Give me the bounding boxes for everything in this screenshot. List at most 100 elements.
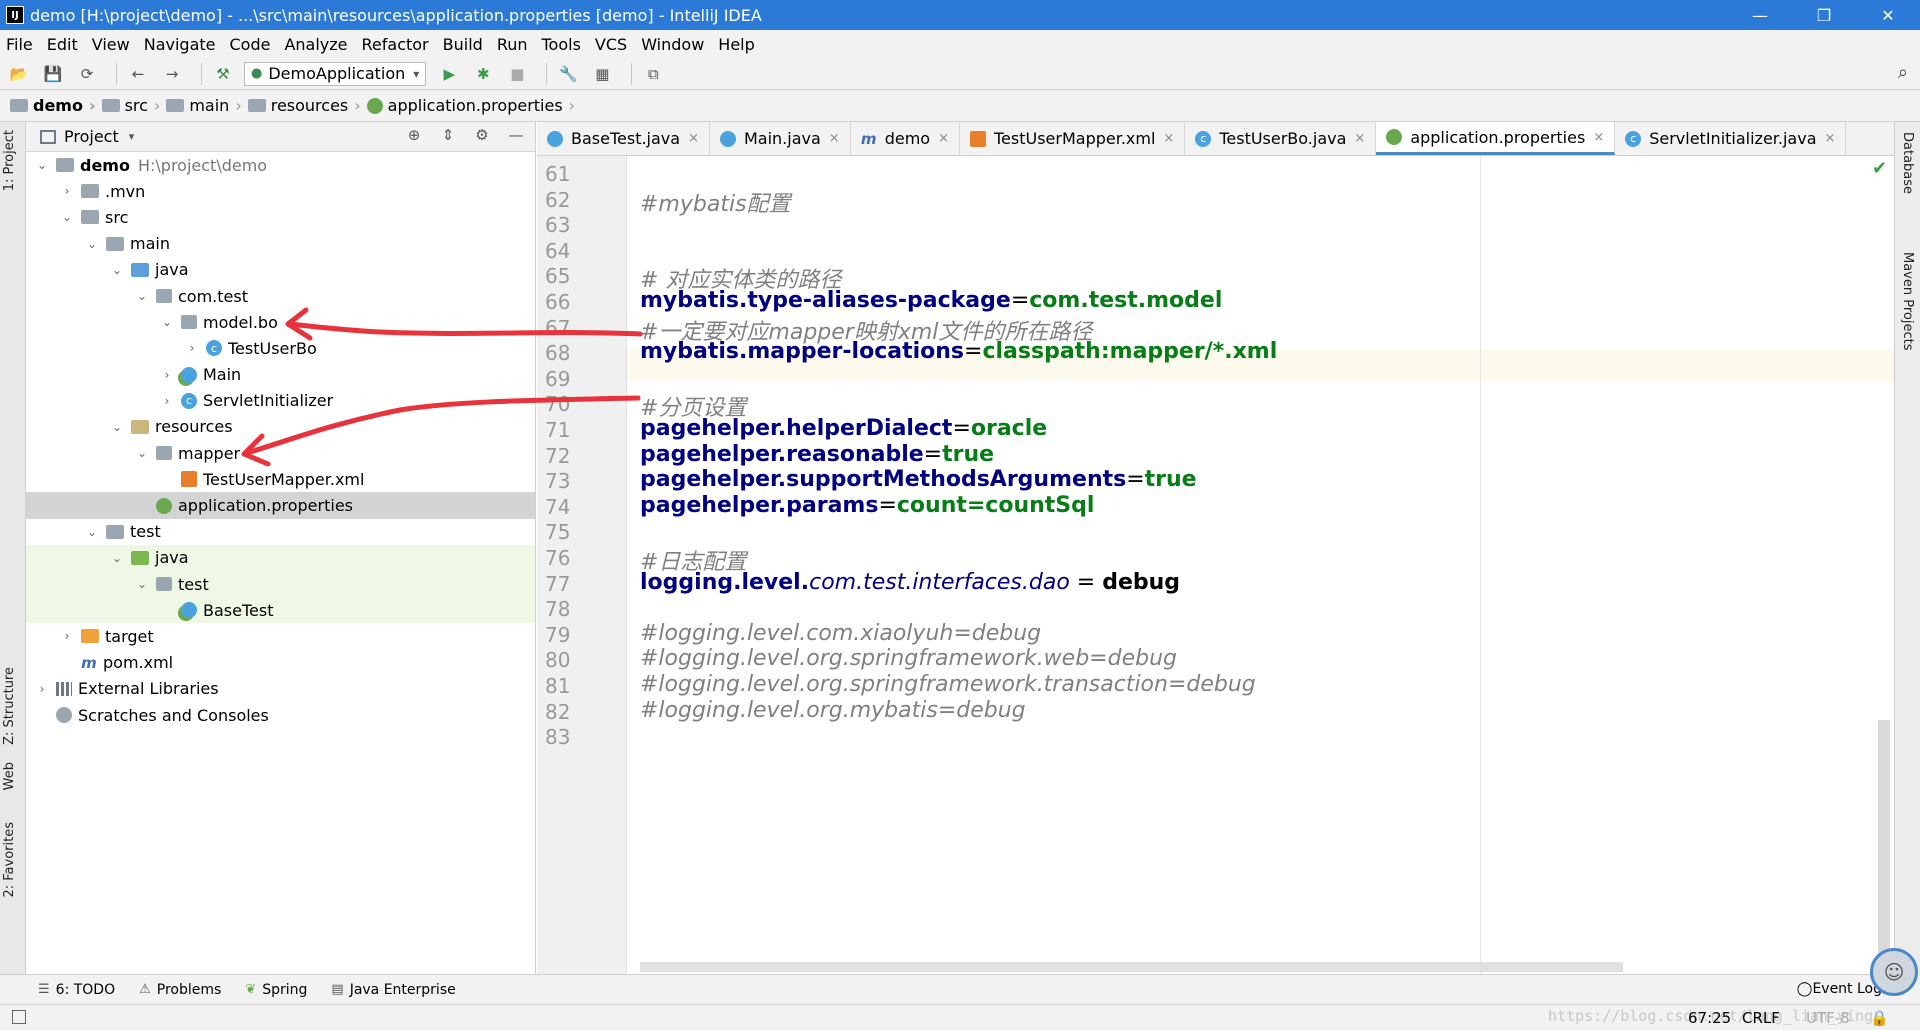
editor-tab[interactable]: BaseTest.java × <box>537 122 710 155</box>
tree-node[interactable]: BaseTest <box>26 597 535 624</box>
horizontal-scrollbar[interactable] <box>640 962 1623 972</box>
tree-node[interactable]: m pom.xml <box>26 650 535 676</box>
tree-node[interactable]: › External Libraries <box>26 676 535 702</box>
spring-tool-button[interactable]: ❦ Spring <box>245 982 307 998</box>
assistant-avatar-icon[interactable]: ☺ <box>1870 948 1918 996</box>
menu-item-tools[interactable]: Tools <box>542 35 581 54</box>
tree-node[interactable]: ⌄ mapper <box>26 440 535 466</box>
code-line[interactable]: pagehelper.reasonable=true <box>640 442 994 467</box>
debug-icon[interactable]: ✱ <box>470 63 496 85</box>
code-line[interactable]: #logging.level.org.mybatis=debug <box>640 698 1026 723</box>
problems-tool-button[interactable]: ⚠ Problems <box>139 982 221 998</box>
file-encoding[interactable]: UTF-8 <box>1806 1009 1850 1027</box>
chevron-down-icon[interactable]: ⌄ <box>109 263 125 277</box>
open-folder-icon[interactable]: 📂 <box>6 63 32 85</box>
chevron-down-icon[interactable]: ⌄ <box>59 210 75 224</box>
chevron-down-icon[interactable]: ⌄ <box>134 446 150 460</box>
tree-node[interactable]: ⌄ resources <box>26 414 535 440</box>
chevron-down-icon[interactable]: ⌄ <box>34 158 50 172</box>
editor-tab[interactable]: m demo × <box>851 122 960 155</box>
code-line[interactable]: #mybatis配置 <box>640 186 791 218</box>
tree-node[interactable]: › .mvn <box>26 178 535 204</box>
tab-project[interactable]: 1: Project <box>2 130 17 191</box>
tab-structure[interactable]: Z: Structure <box>2 667 17 745</box>
search-everywhere-icon[interactable]: ⌕ <box>1898 62 1908 83</box>
run-icon[interactable]: ▶ <box>436 63 462 85</box>
chevron-down-icon[interactable]: ▾ <box>129 130 135 143</box>
synchronize-icon[interactable]: ⟳ <box>74 63 100 85</box>
chevron-down-icon[interactable]: ⌄ <box>84 525 100 539</box>
breadcrumb-item[interactable]: application.properties › <box>366 96 575 115</box>
sdk-manager-icon[interactable]: ⧉ <box>640 63 666 85</box>
code-line[interactable]: #logging.level.com.xiaolyuh=debug <box>640 621 1041 646</box>
tree-node[interactable]: ⌄ demo H:\project\demo <box>26 152 535 178</box>
tree-node[interactable]: › c ServletInitializer <box>26 388 535 414</box>
menu-item-window[interactable]: Window <box>641 35 704 54</box>
forward-arrow-icon[interactable]: → <box>159 63 185 85</box>
menu-item-refactor[interactable]: Refactor <box>362 35 429 54</box>
breadcrumb-item[interactable]: resources › <box>247 96 361 115</box>
tree-node[interactable]: › c TestUserBo <box>26 335 535 361</box>
tree-node[interactable]: ⌄ model.bo <box>26 309 535 335</box>
chevron-down-icon[interactable]: ⌄ <box>134 577 150 591</box>
code-line[interactable]: pagehelper.supportMethodsArguments=true <box>640 467 1197 492</box>
chevron-right-icon[interactable]: › <box>59 184 75 198</box>
todo-tool-button[interactable]: ☰ 6: TODO <box>38 982 115 998</box>
run-configuration-select[interactable]: ● DemoApplication ▾ <box>244 61 427 86</box>
close-window-button[interactable]: ✕ <box>1856 0 1920 30</box>
chevron-right-icon[interactable]: › <box>59 629 75 643</box>
chevron-down-icon[interactable]: ⌄ <box>109 420 125 434</box>
menu-item-navigate[interactable]: Navigate <box>144 35 216 54</box>
editor-tab[interactable]: c ServletInitializer.java × <box>1615 122 1847 155</box>
code-line[interactable]: #logging.level.org.springframework.web=d… <box>640 646 1177 671</box>
close-tab-icon[interactable]: × <box>1593 130 1604 145</box>
menu-item-file[interactable]: File <box>6 35 33 54</box>
tab-favorites[interactable]: 2: Favorites <box>2 822 17 898</box>
locate-file-icon[interactable]: ⊕ <box>401 126 427 144</box>
tree-node[interactable]: Scratches and Consoles <box>26 702 535 728</box>
tree-node[interactable]: TestUserMapper.xml <box>26 466 535 492</box>
close-tab-icon[interactable]: × <box>938 131 949 146</box>
menu-item-edit[interactable]: Edit <box>47 35 78 54</box>
tree-node[interactable]: ⌄ com.test <box>26 283 535 309</box>
java-enterprise-tool-button[interactable]: ▤ Java Enterprise <box>331 982 455 998</box>
collapse-all-icon[interactable]: ⇕ <box>435 126 461 144</box>
tree-node[interactable]: ⌄ java <box>26 257 535 283</box>
chevron-down-icon[interactable]: ⌄ <box>84 237 100 251</box>
tree-node[interactable]: › Main <box>26 362 535 388</box>
tree-node[interactable]: ⌄ test <box>26 519 535 545</box>
editor-tab[interactable]: Main.java × <box>710 122 851 155</box>
menu-item-help[interactable]: Help <box>718 35 754 54</box>
caret-position[interactable]: 67:25 <box>1688 1009 1731 1027</box>
menu-item-view[interactable]: View <box>92 35 130 54</box>
chevron-down-icon[interactable]: ⌄ <box>159 315 175 329</box>
menu-item-code[interactable]: Code <box>230 35 271 54</box>
vertical-scrollbar[interactable] <box>1878 720 1890 974</box>
close-tab-icon[interactable]: × <box>1825 131 1836 146</box>
chevron-right-icon[interactable]: › <box>34 682 50 696</box>
editor-tab[interactable]: c TestUserBo.java × <box>1185 122 1377 155</box>
settings-wrench-icon[interactable]: 🔧 <box>555 63 581 85</box>
tab-database[interactable]: Database <box>1900 132 1915 194</box>
close-tab-icon[interactable]: × <box>688 131 699 146</box>
code-line[interactable]: mybatis.type-aliases-package=com.test.mo… <box>640 288 1222 313</box>
tree-node[interactable]: application.properties <box>26 492 535 519</box>
close-tab-icon[interactable]: × <box>1163 131 1174 146</box>
project-structure-icon[interactable]: ▦ <box>589 63 615 85</box>
stop-icon[interactable]: ■ <box>504 63 530 85</box>
menu-item-run[interactable]: Run <box>497 35 528 54</box>
build-hammer-icon[interactable]: ⚒ <box>210 63 236 85</box>
tree-node[interactable]: ⌄ java <box>26 544 535 571</box>
breadcrumb-item[interactable]: demo › <box>10 96 96 115</box>
code-line[interactable]: mybatis.mapper-locations=classpath:mappe… <box>640 339 1277 364</box>
menu-item-vcs[interactable]: VCS <box>595 35 627 54</box>
project-panel-title[interactable]: Project <box>64 127 119 146</box>
gear-icon[interactable]: ⚙ <box>469 126 495 144</box>
tree-node[interactable]: ⌄ test <box>26 571 535 598</box>
tool-windows-toggle-icon[interactable] <box>12 1010 26 1024</box>
tree-node[interactable]: ⌄ src <box>26 204 535 230</box>
minimize-button[interactable]: — <box>1728 0 1792 30</box>
lock-icon[interactable]: 🔒 <box>1870 1009 1889 1027</box>
chevron-down-icon[interactable]: ⌄ <box>134 289 150 303</box>
menu-item-build[interactable]: Build <box>443 35 483 54</box>
